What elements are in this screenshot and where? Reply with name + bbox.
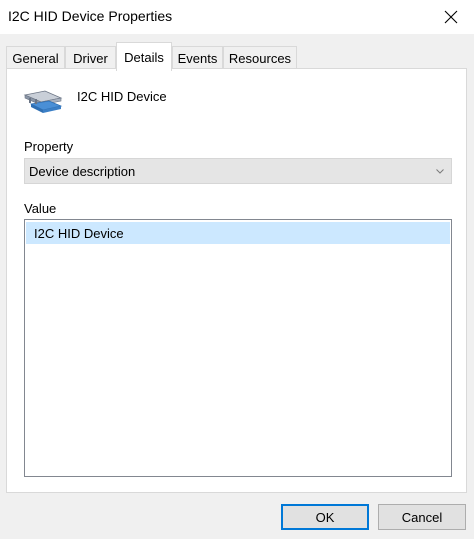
property-dropdown[interactable]: Device description (24, 158, 452, 184)
tab-strip: General Driver Details Events Resources (6, 42, 466, 71)
cancel-button[interactable]: Cancel (378, 504, 466, 530)
device-name: I2C HID Device (77, 89, 167, 104)
ok-button[interactable]: OK (281, 504, 369, 530)
details-panel: I2C HID Device Property Device descripti… (6, 68, 467, 493)
window-title: I2C HID Device Properties (8, 8, 173, 24)
value-listbox[interactable]: I2C HID Device (24, 219, 452, 477)
tab-details[interactable]: Details (116, 42, 172, 71)
list-item[interactable]: I2C HID Device (26, 222, 450, 244)
tab-driver[interactable]: Driver (65, 46, 116, 70)
close-button[interactable] (428, 0, 474, 34)
device-icon (23, 90, 63, 113)
close-icon (444, 10, 458, 24)
tab-general[interactable]: General (6, 46, 65, 70)
chevron-down-icon (435, 165, 445, 177)
tab-events[interactable]: Events (172, 46, 223, 70)
property-selected-value: Device description (29, 163, 136, 179)
value-label: Value (24, 201, 57, 216)
tab-resources[interactable]: Resources (223, 46, 297, 70)
property-label: Property (24, 139, 74, 154)
title-bar: I2C HID Device Properties (0, 0, 474, 34)
